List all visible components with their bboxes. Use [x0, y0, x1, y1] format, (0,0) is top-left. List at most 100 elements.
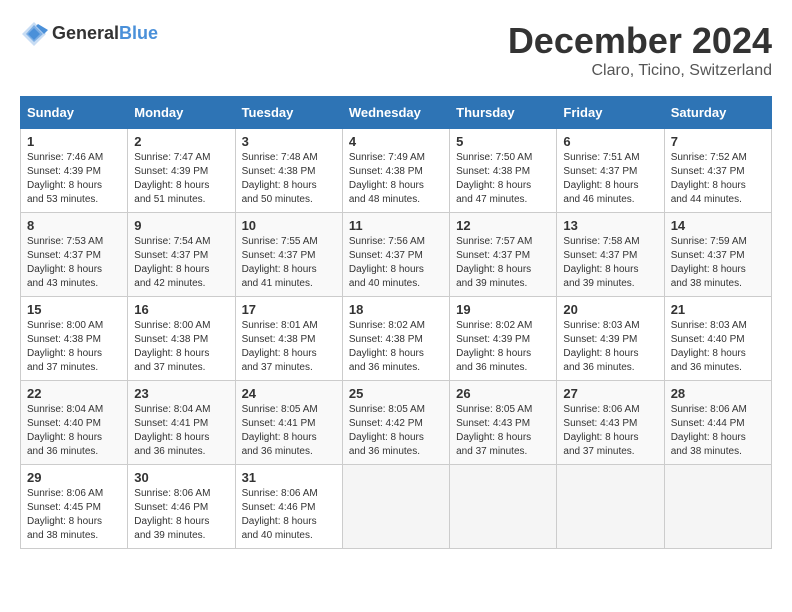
header-day-saturday: Saturday: [664, 97, 771, 129]
calendar-day-28: 28 Sunrise: 8:06 AMSunset: 4:44 PMDaylig…: [664, 381, 771, 465]
day-info: Sunrise: 8:02 AMSunset: 4:38 PMDaylight:…: [349, 320, 425, 373]
day-info: Sunrise: 7:58 AMSunset: 4:37 PMDaylight:…: [563, 236, 639, 289]
calendar-day-4: 4 Sunrise: 7:49 AMSunset: 4:38 PMDayligh…: [342, 129, 449, 213]
day-number: 27: [563, 386, 657, 401]
calendar-empty: [557, 465, 664, 549]
calendar-day-2: 2 Sunrise: 7:47 AMSunset: 4:39 PMDayligh…: [128, 129, 235, 213]
day-info: Sunrise: 7:57 AMSunset: 4:37 PMDaylight:…: [456, 236, 532, 289]
day-number: 3: [242, 134, 336, 149]
day-info: Sunrise: 8:05 AMSunset: 4:41 PMDaylight:…: [242, 404, 318, 457]
calendar-day-13: 13 Sunrise: 7:58 AMSunset: 4:37 PMDaylig…: [557, 213, 664, 297]
calendar-day-5: 5 Sunrise: 7:50 AMSunset: 4:38 PMDayligh…: [450, 129, 557, 213]
calendar-day-16: 16 Sunrise: 8:00 AMSunset: 4:38 PMDaylig…: [128, 297, 235, 381]
day-info: Sunrise: 8:06 AMSunset: 4:46 PMDaylight:…: [134, 488, 210, 541]
calendar-day-10: 10 Sunrise: 7:55 AMSunset: 4:37 PMDaylig…: [235, 213, 342, 297]
day-info: Sunrise: 7:59 AMSunset: 4:37 PMDaylight:…: [671, 236, 747, 289]
calendar-day-17: 17 Sunrise: 8:01 AMSunset: 4:38 PMDaylig…: [235, 297, 342, 381]
calendar-day-23: 23 Sunrise: 8:04 AMSunset: 4:41 PMDaylig…: [128, 381, 235, 465]
day-number: 10: [242, 218, 336, 233]
day-number: 24: [242, 386, 336, 401]
day-info: Sunrise: 8:06 AMSunset: 4:43 PMDaylight:…: [563, 404, 639, 457]
calendar-week-5: 29 Sunrise: 8:06 AMSunset: 4:45 PMDaylig…: [21, 465, 772, 549]
day-info: Sunrise: 7:46 AMSunset: 4:39 PMDaylight:…: [27, 152, 103, 205]
calendar-day-29: 29 Sunrise: 8:06 AMSunset: 4:45 PMDaylig…: [21, 465, 128, 549]
calendar-day-9: 9 Sunrise: 7:54 AMSunset: 4:37 PMDayligh…: [128, 213, 235, 297]
day-info: Sunrise: 7:51 AMSunset: 4:37 PMDaylight:…: [563, 152, 639, 205]
logo-text: GeneralBlue: [52, 24, 158, 44]
day-number: 22: [27, 386, 121, 401]
calendar-day-21: 21 Sunrise: 8:03 AMSunset: 4:40 PMDaylig…: [664, 297, 771, 381]
calendar-empty: [450, 465, 557, 549]
day-number: 19: [456, 302, 550, 317]
calendar-week-2: 8 Sunrise: 7:53 AMSunset: 4:37 PMDayligh…: [21, 213, 772, 297]
day-number: 13: [563, 218, 657, 233]
calendar-table: SundayMondayTuesdayWednesdayThursdayFrid…: [20, 96, 772, 549]
day-number: 18: [349, 302, 443, 317]
day-number: 31: [242, 470, 336, 485]
header-day-sunday: Sunday: [21, 97, 128, 129]
day-info: Sunrise: 7:49 AMSunset: 4:38 PMDaylight:…: [349, 152, 425, 205]
calendar-header-row: SundayMondayTuesdayWednesdayThursdayFrid…: [21, 97, 772, 129]
day-info: Sunrise: 8:02 AMSunset: 4:39 PMDaylight:…: [456, 320, 532, 373]
calendar-day-14: 14 Sunrise: 7:59 AMSunset: 4:37 PMDaylig…: [664, 213, 771, 297]
day-number: 9: [134, 218, 228, 233]
calendar-body: 1 Sunrise: 7:46 AMSunset: 4:39 PMDayligh…: [21, 129, 772, 549]
day-info: Sunrise: 7:55 AMSunset: 4:37 PMDaylight:…: [242, 236, 318, 289]
month-title: December 2024: [508, 20, 772, 62]
title-area: December 2024 Claro, Ticino, Switzerland: [508, 20, 772, 80]
day-number: 20: [563, 302, 657, 317]
calendar-day-15: 15 Sunrise: 8:00 AMSunset: 4:38 PMDaylig…: [21, 297, 128, 381]
day-number: 14: [671, 218, 765, 233]
day-number: 11: [349, 218, 443, 233]
day-info: Sunrise: 7:48 AMSunset: 4:38 PMDaylight:…: [242, 152, 318, 205]
calendar-day-6: 6 Sunrise: 7:51 AMSunset: 4:37 PMDayligh…: [557, 129, 664, 213]
day-number: 16: [134, 302, 228, 317]
day-info: Sunrise: 7:47 AMSunset: 4:39 PMDaylight:…: [134, 152, 210, 205]
calendar-week-1: 1 Sunrise: 7:46 AMSunset: 4:39 PMDayligh…: [21, 129, 772, 213]
day-number: 30: [134, 470, 228, 485]
day-number: 29: [27, 470, 121, 485]
location-title: Claro, Ticino, Switzerland: [508, 62, 772, 80]
header-day-friday: Friday: [557, 97, 664, 129]
calendar-empty: [342, 465, 449, 549]
day-number: 25: [349, 386, 443, 401]
day-number: 26: [456, 386, 550, 401]
day-info: Sunrise: 8:05 AMSunset: 4:43 PMDaylight:…: [456, 404, 532, 457]
day-number: 2: [134, 134, 228, 149]
header-day-monday: Monday: [128, 97, 235, 129]
day-info: Sunrise: 8:01 AMSunset: 4:38 PMDaylight:…: [242, 320, 318, 373]
day-info: Sunrise: 7:53 AMSunset: 4:37 PMDaylight:…: [27, 236, 103, 289]
calendar-day-24: 24 Sunrise: 8:05 AMSunset: 4:41 PMDaylig…: [235, 381, 342, 465]
calendar-day-30: 30 Sunrise: 8:06 AMSunset: 4:46 PMDaylig…: [128, 465, 235, 549]
calendar-week-3: 15 Sunrise: 8:00 AMSunset: 4:38 PMDaylig…: [21, 297, 772, 381]
calendar-day-3: 3 Sunrise: 7:48 AMSunset: 4:38 PMDayligh…: [235, 129, 342, 213]
day-number: 21: [671, 302, 765, 317]
calendar-day-25: 25 Sunrise: 8:05 AMSunset: 4:42 PMDaylig…: [342, 381, 449, 465]
day-info: Sunrise: 7:54 AMSunset: 4:37 PMDaylight:…: [134, 236, 210, 289]
calendar-day-11: 11 Sunrise: 7:56 AMSunset: 4:37 PMDaylig…: [342, 213, 449, 297]
header-day-wednesday: Wednesday: [342, 97, 449, 129]
day-number: 6: [563, 134, 657, 149]
header-day-tuesday: Tuesday: [235, 97, 342, 129]
logo: GeneralBlue: [20, 20, 158, 48]
day-number: 28: [671, 386, 765, 401]
calendar-day-12: 12 Sunrise: 7:57 AMSunset: 4:37 PMDaylig…: [450, 213, 557, 297]
day-number: 4: [349, 134, 443, 149]
calendar-day-27: 27 Sunrise: 8:06 AMSunset: 4:43 PMDaylig…: [557, 381, 664, 465]
day-number: 15: [27, 302, 121, 317]
calendar-week-4: 22 Sunrise: 8:04 AMSunset: 4:40 PMDaylig…: [21, 381, 772, 465]
day-info: Sunrise: 8:00 AMSunset: 4:38 PMDaylight:…: [134, 320, 210, 373]
calendar-day-1: 1 Sunrise: 7:46 AMSunset: 4:39 PMDayligh…: [21, 129, 128, 213]
day-number: 8: [27, 218, 121, 233]
day-number: 7: [671, 134, 765, 149]
header-day-thursday: Thursday: [450, 97, 557, 129]
calendar-day-20: 20 Sunrise: 8:03 AMSunset: 4:39 PMDaylig…: [557, 297, 664, 381]
page-header: GeneralBlue December 2024 Claro, Ticino,…: [20, 20, 772, 80]
day-info: Sunrise: 8:04 AMSunset: 4:41 PMDaylight:…: [134, 404, 210, 457]
logo-general: General: [52, 24, 119, 44]
day-info: Sunrise: 8:00 AMSunset: 4:38 PMDaylight:…: [27, 320, 103, 373]
day-info: Sunrise: 8:03 AMSunset: 4:39 PMDaylight:…: [563, 320, 639, 373]
day-info: Sunrise: 8:06 AMSunset: 4:45 PMDaylight:…: [27, 488, 103, 541]
logo-icon: [20, 20, 48, 48]
calendar-empty: [664, 465, 771, 549]
